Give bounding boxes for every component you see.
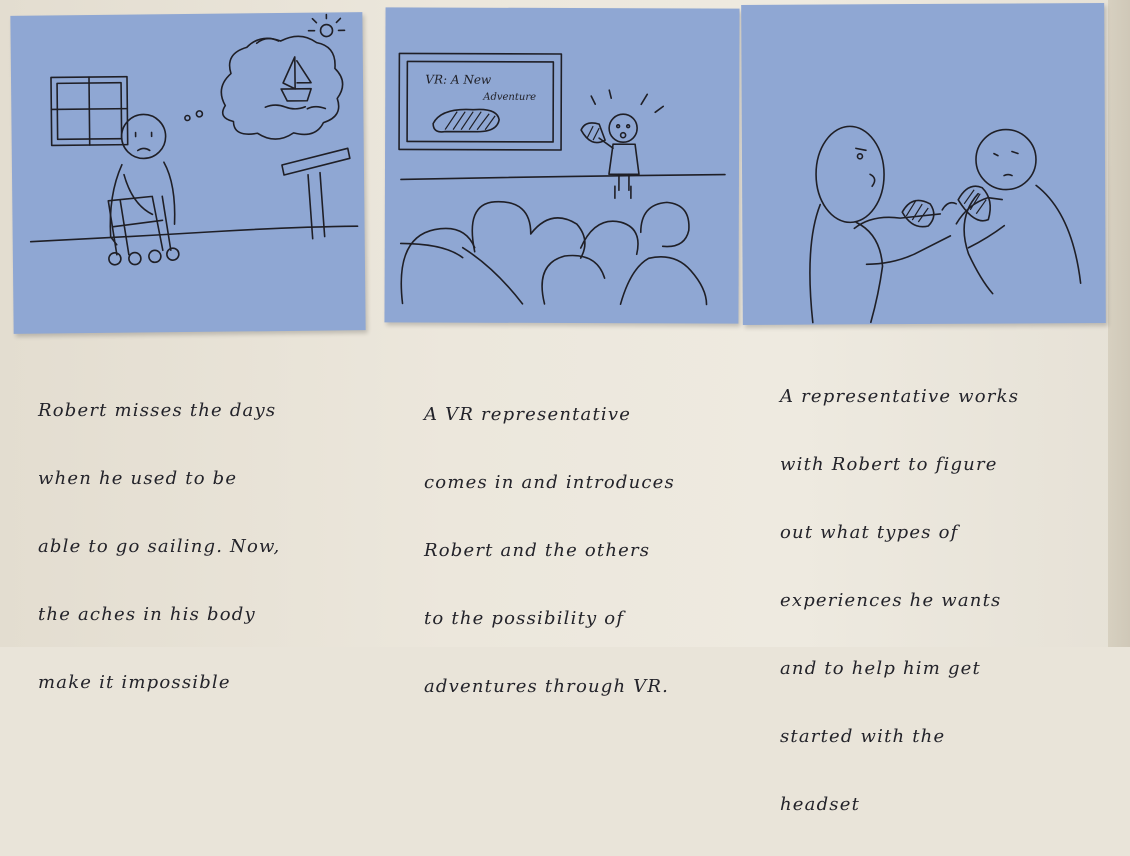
sticky-note-headset-help	[741, 3, 1106, 325]
sketch-vr-presentation: VR: A New Adventure	[384, 7, 739, 323]
caption-sailing-memory: Robert misses the days when he used to b…	[38, 360, 368, 734]
caption-line: comes in and introduces	[424, 466, 724, 500]
screen-subtitle: Adventure	[482, 92, 536, 103]
caption-line: started with the	[780, 720, 1100, 754]
caption-line: Robert and the others	[424, 534, 724, 568]
caption-line: and to help him get	[780, 652, 1100, 686]
sketch-headset-help	[741, 3, 1106, 325]
caption-line: make it impossible	[38, 666, 368, 700]
caption-line: experiences he wants	[780, 584, 1100, 618]
caption-line: Robert misses the days	[38, 394, 368, 428]
sticky-note-vr-presentation: VR: A New Adventure	[384, 7, 739, 323]
caption-line: with Robert to figure	[780, 448, 1100, 482]
sketch-sailing-memory	[10, 12, 365, 334]
caption-line: to the possibility of	[424, 602, 724, 636]
caption-line: A VR representative	[424, 398, 724, 432]
sticky-note-sailing-memory	[10, 12, 365, 334]
caption-line: headset	[780, 788, 1100, 822]
paper-edge	[1108, 0, 1130, 647]
screen-title: VR: A New	[425, 73, 492, 87]
caption-line: able to go sailing. Now,	[38, 530, 368, 564]
caption-vr-presentation: A VR representative comes in and introdu…	[424, 364, 724, 738]
caption-line: the aches in his body	[38, 598, 368, 632]
caption-line: A representative works	[780, 380, 1100, 414]
caption-line: when he used to be	[38, 462, 368, 496]
caption-line: out what types of	[780, 516, 1100, 550]
caption-line: adventures through VR.	[424, 670, 724, 704]
caption-headset-help: A representative works with Robert to fi…	[780, 346, 1100, 856]
